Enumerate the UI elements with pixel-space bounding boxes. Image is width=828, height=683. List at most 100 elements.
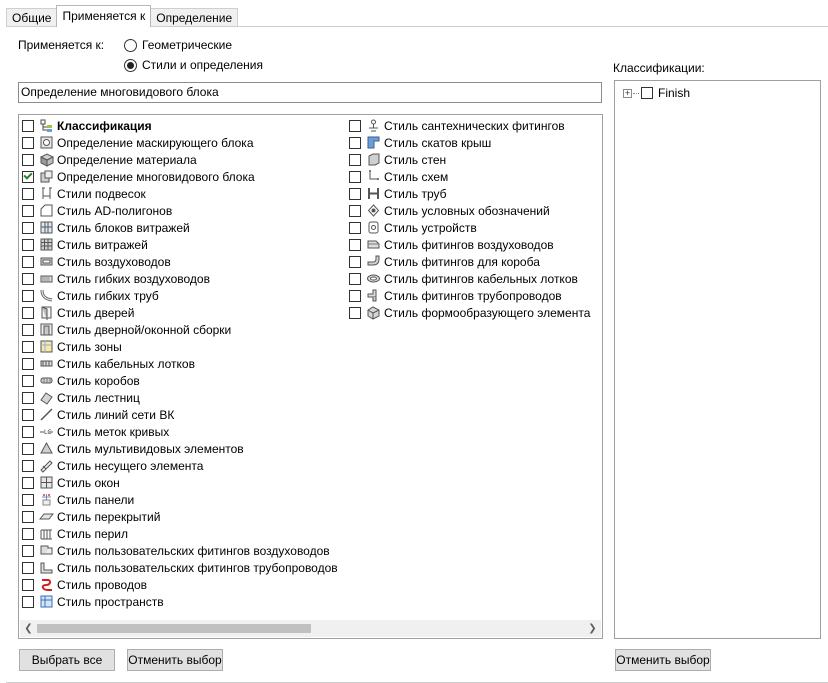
radio-button[interactable] — [124, 38, 137, 52]
list-item[interactable]: Стиль фитингов трубопроводов — [349, 287, 590, 304]
list-item[interactable]: Стиль панели — [22, 491, 338, 508]
item-checkbox[interactable] — [22, 323, 34, 336]
item-checkbox[interactable] — [349, 204, 361, 217]
list-item[interactable]: Стиль мультивидовых элементов — [22, 440, 338, 457]
item-checkbox[interactable] — [22, 510, 34, 523]
item-checkbox[interactable] — [22, 119, 34, 132]
item-checkbox[interactable] — [349, 187, 361, 200]
item-checkbox[interactable] — [22, 425, 34, 438]
item-checkbox[interactable] — [349, 119, 361, 132]
list-item[interactable]: Стиль пространств — [22, 593, 338, 610]
list-item[interactable]: Классификация — [22, 117, 338, 134]
item-checkbox[interactable] — [22, 153, 34, 166]
list-item[interactable]: Стиль гибких воздуховодов — [22, 270, 338, 287]
list-item[interactable]: Стиль фитингов кабельных лотков — [349, 270, 590, 287]
list-item[interactable]: Стиль скатов крыш — [349, 134, 590, 151]
definition-name-field[interactable]: Определение многовидового блока — [18, 82, 602, 103]
item-checkbox[interactable] — [22, 544, 34, 557]
item-checkbox[interactable] — [22, 289, 34, 302]
scroll-left-icon[interactable]: ❮ — [20, 620, 37, 637]
list-item[interactable]: Стиль коробов — [22, 372, 338, 389]
list-item[interactable]: Стиль схем — [349, 168, 590, 185]
scroll-right-icon[interactable]: ❯ — [584, 620, 601, 637]
item-checkbox[interactable] — [22, 187, 34, 200]
tab-definition[interactable]: Определение — [150, 8, 239, 27]
item-checkbox[interactable] — [349, 238, 361, 251]
item-checkbox[interactable] — [349, 170, 361, 183]
list-item[interactable]: Стиль блоков витражей — [22, 219, 338, 236]
list-item[interactable]: Стиль пользовательских фитингов трубопро… — [22, 559, 338, 576]
list-item[interactable]: Определение материала — [22, 151, 338, 168]
list-item[interactable]: Стиль фитингов для короба — [349, 253, 590, 270]
list-item[interactable]: Стиль стен — [349, 151, 590, 168]
list-item[interactable]: Определение маскирующего блока — [22, 134, 338, 151]
item-checkbox[interactable] — [22, 136, 34, 149]
item-checkbox[interactable] — [349, 255, 361, 268]
item-checkbox[interactable] — [22, 357, 34, 370]
list-item[interactable]: Стиль окон — [22, 474, 338, 491]
list-item[interactable]: Стиль дверной/оконной сборки — [22, 321, 338, 338]
list-item[interactable]: Стиль лестниц — [22, 389, 338, 406]
item-checkbox[interactable] — [22, 391, 34, 404]
item-checkbox[interactable] — [349, 272, 361, 285]
item-checkbox[interactable] — [22, 170, 34, 183]
item-checkbox[interactable] — [22, 340, 34, 353]
list-item[interactable]: Стиль устройств — [349, 219, 590, 236]
item-checkbox[interactable] — [349, 136, 361, 149]
list-item[interactable]: Стиль несущего элемента — [22, 457, 338, 474]
scroll-track[interactable] — [37, 620, 584, 637]
item-checkbox[interactable] — [22, 204, 34, 217]
object-type-list[interactable]: Классификация Определение маскирующего бл… — [18, 114, 603, 639]
list-item[interactable]: Стиль фитингов воздуховодов — [349, 236, 590, 253]
deselect-button[interactable]: Отменить выбор — [127, 649, 223, 671]
item-checkbox[interactable] — [22, 408, 34, 421]
list-item[interactable]: Стиль зоны — [22, 338, 338, 355]
list-item[interactable]: Определение многовидового блока — [22, 168, 338, 185]
list-item[interactable]: Стиль условных обозначений — [349, 202, 590, 219]
item-checkbox[interactable] — [349, 221, 361, 234]
item-checkbox[interactable] — [22, 306, 34, 319]
scroll-thumb[interactable] — [37, 624, 311, 633]
item-checkbox[interactable] — [22, 255, 34, 268]
item-checkbox[interactable] — [22, 476, 34, 489]
list-item[interactable]: Стиль воздуховодов — [22, 253, 338, 270]
item-checkbox[interactable] — [22, 221, 34, 234]
tab-general[interactable]: Общие — [6, 8, 58, 27]
list-item[interactable]: Стиль витражей — [22, 236, 338, 253]
item-checkbox[interactable] — [349, 289, 361, 302]
tab-applies-to[interactable]: Применяется к — [56, 5, 152, 27]
list-item[interactable]: Стиль проводов — [22, 576, 338, 593]
list-item[interactable]: Стиль линий сети ВК — [22, 406, 338, 423]
item-checkbox[interactable] — [349, 153, 361, 166]
item-checkbox[interactable] — [349, 306, 361, 319]
tree-node-finish[interactable]: + Finish — [623, 86, 690, 100]
item-checkbox[interactable] — [22, 595, 34, 608]
horizontal-scrollbar[interactable]: ❮ ❯ — [20, 620, 601, 637]
list-item[interactable]: Стиль гибких труб — [22, 287, 338, 304]
list-item[interactable]: Стиль пользовательских фитингов воздухов… — [22, 542, 338, 559]
radio-styles-definitions[interactable]: Стили и определения — [124, 58, 263, 72]
list-item[interactable]: Стили подвесок — [22, 185, 338, 202]
item-checkbox[interactable] — [22, 442, 34, 455]
select-all-button[interactable]: Выбрать все — [19, 649, 115, 671]
list-item[interactable]: LC Стиль меток кривых — [22, 423, 338, 440]
item-checkbox[interactable] — [22, 238, 34, 251]
list-item[interactable]: Стиль перекрытий — [22, 508, 338, 525]
list-item[interactable]: Стиль перил — [22, 525, 338, 542]
classifications-deselect-button[interactable]: Отменить выбор — [615, 649, 711, 671]
item-checkbox[interactable] — [22, 374, 34, 387]
tree-checkbox[interactable] — [641, 87, 653, 99]
item-checkbox[interactable] — [22, 578, 34, 591]
item-checkbox[interactable] — [22, 527, 34, 540]
list-item[interactable]: Стиль формообразующего элемента — [349, 304, 590, 321]
item-checkbox[interactable] — [22, 272, 34, 285]
classifications-tree[interactable]: + Finish — [614, 80, 821, 639]
radio-geometric[interactable]: Геометрические — [124, 38, 232, 52]
list-item[interactable]: Стиль кабельных лотков — [22, 355, 338, 372]
list-item[interactable]: Стиль дверей — [22, 304, 338, 321]
list-item[interactable]: Стиль AD-полигонов — [22, 202, 338, 219]
item-checkbox[interactable] — [22, 459, 34, 472]
list-item[interactable]: Стиль сантехнических фитингов — [349, 117, 590, 134]
item-checkbox[interactable] — [22, 561, 34, 574]
list-item[interactable]: Стиль труб — [349, 185, 590, 202]
